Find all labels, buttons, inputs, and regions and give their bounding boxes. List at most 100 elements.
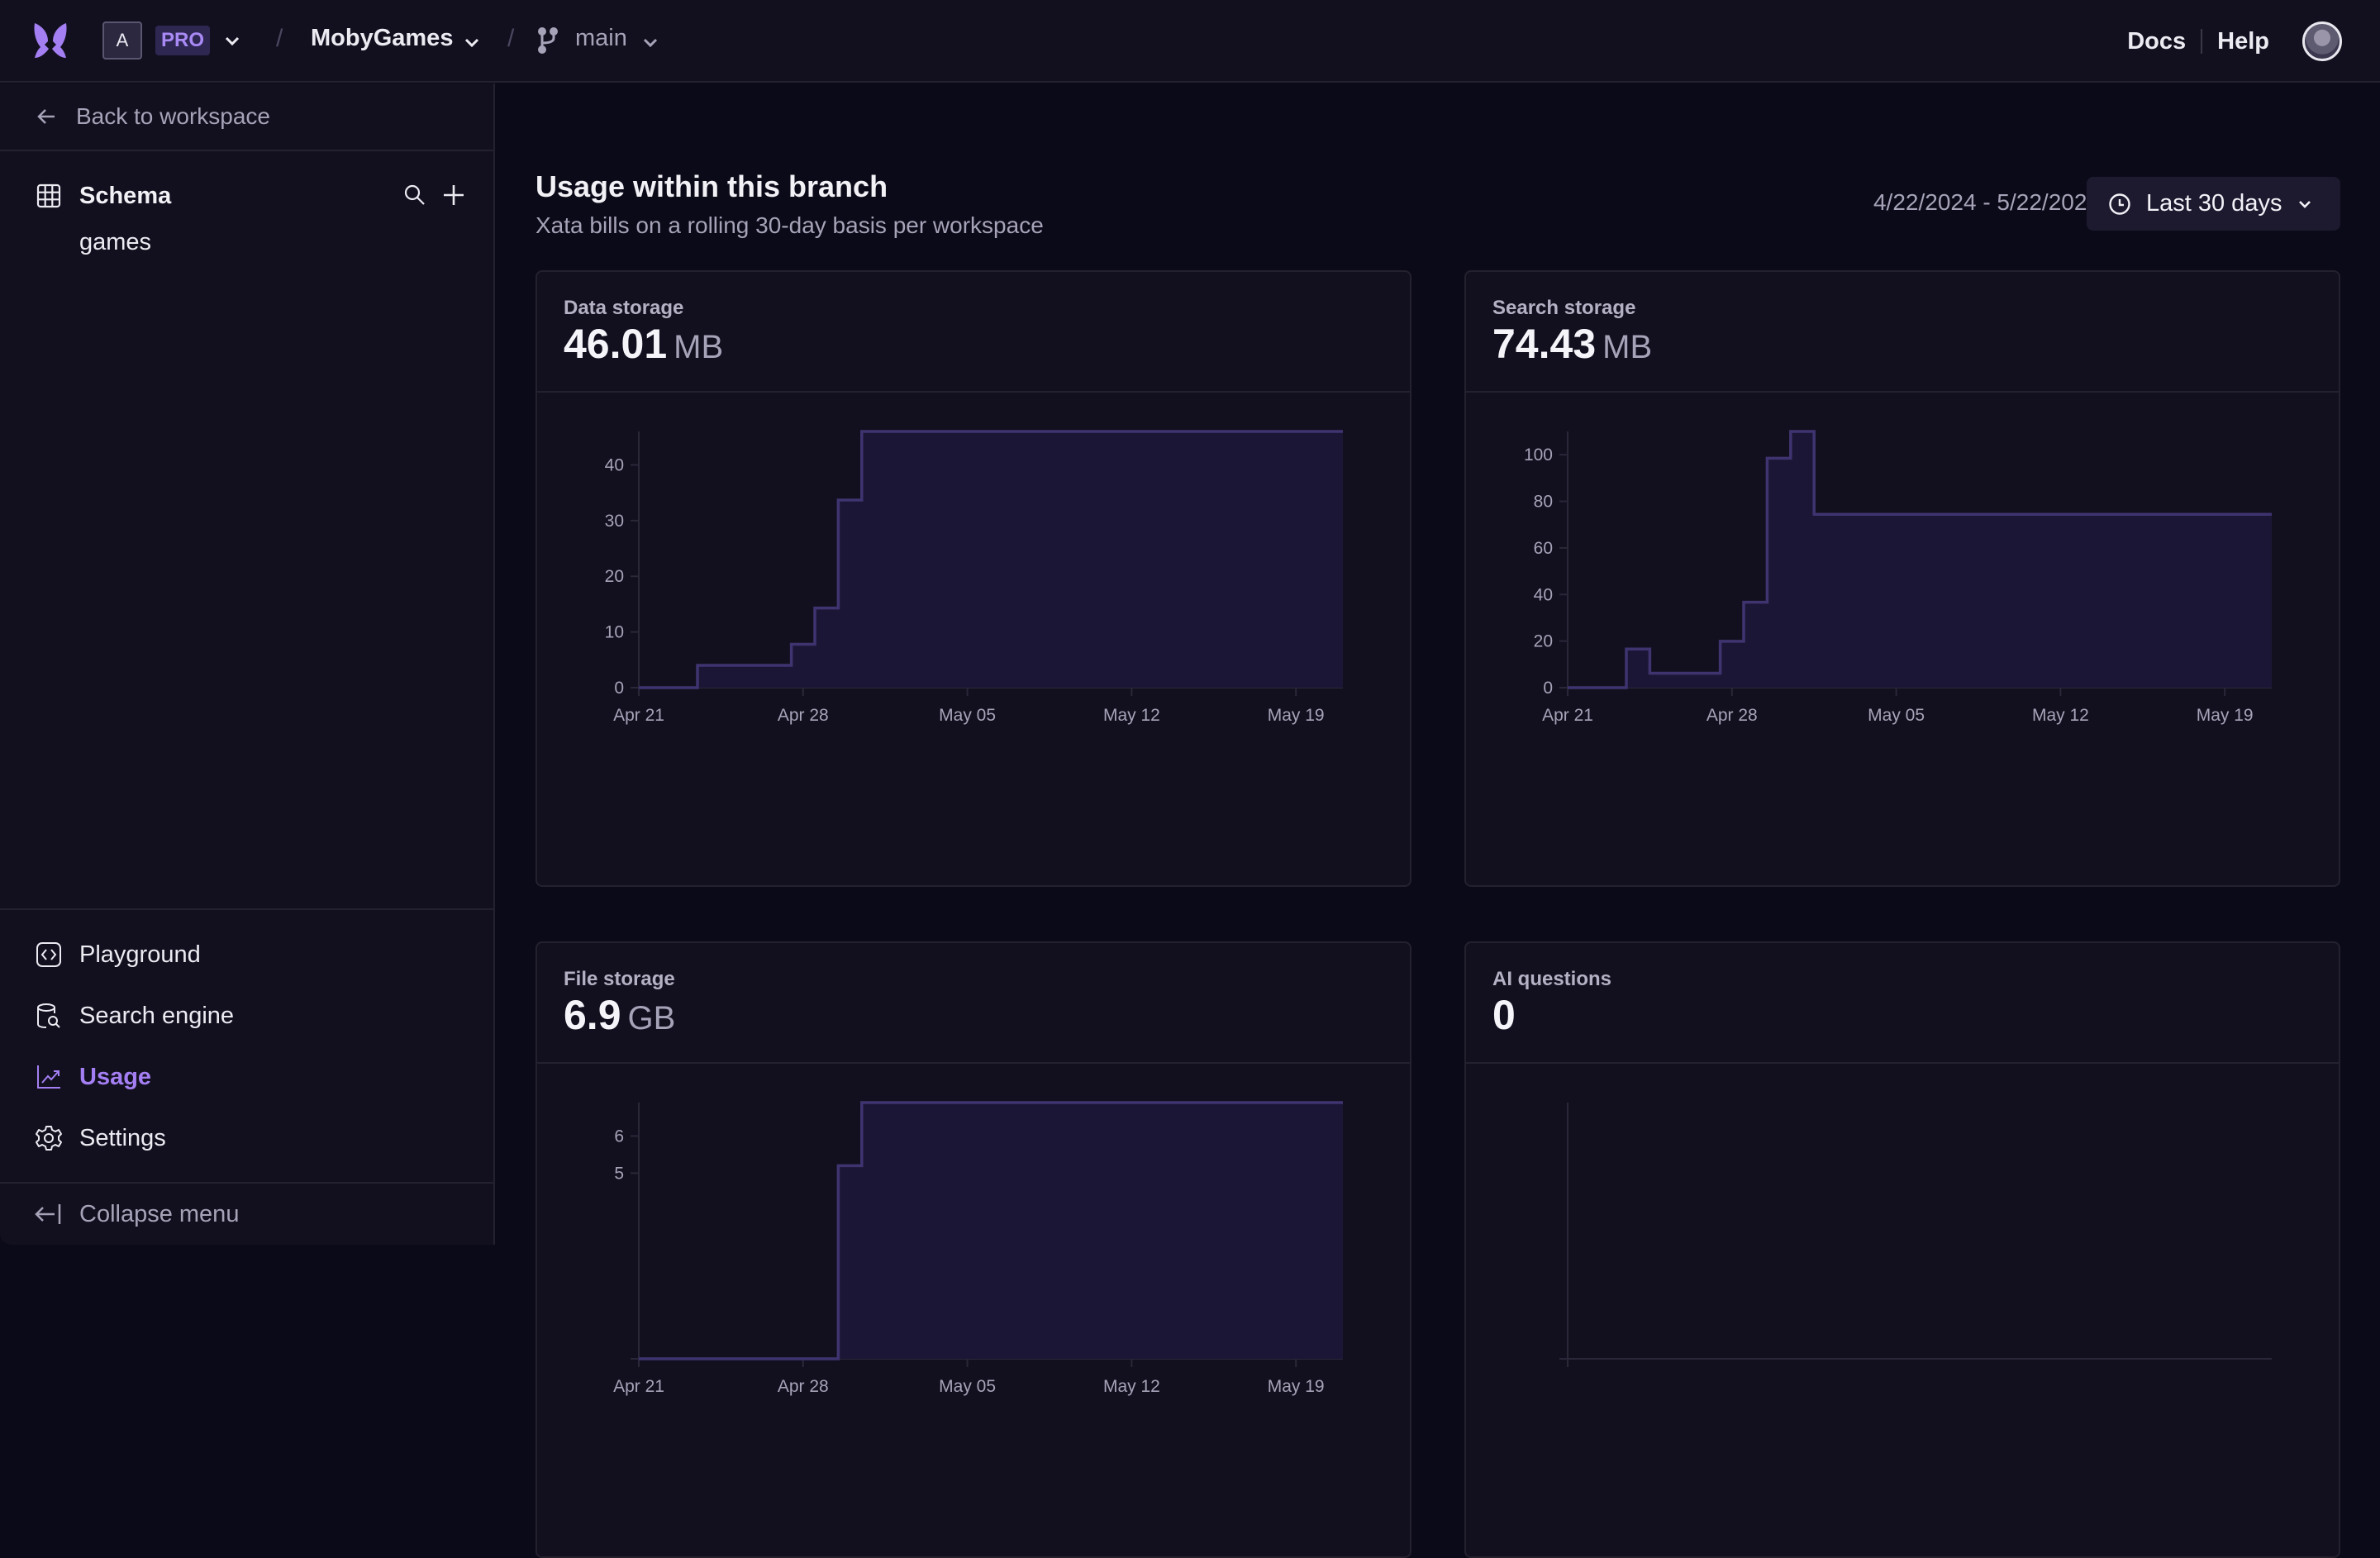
- branch-selector[interactable]: main: [575, 25, 627, 52]
- sidebar-divider: [0, 1182, 493, 1184]
- y-tick-label: 30: [605, 512, 624, 531]
- x-tick-label: May 12: [2032, 706, 2089, 725]
- card-value-unit: MB: [1602, 329, 1653, 365]
- card-value-unit: MB: [674, 329, 724, 365]
- usage-card-file-storage: File storage 6.9 GB 5 6 Apr 21 Apr 28 May 05 M…: [536, 941, 1411, 1558]
- series-area: [639, 1103, 1343, 1359]
- sidebar-item-label: Usage: [79, 1063, 152, 1090]
- time-range-value: Last 30 days: [2146, 190, 2282, 217]
- code-icon: [36, 942, 61, 967]
- usage-card-ai-questions: AI questions 0: [1464, 941, 2340, 1558]
- sidebar-item-label: Settings: [79, 1124, 166, 1151]
- y-tick-label: 10: [605, 623, 624, 642]
- y-tick-label: 40: [1534, 585, 1553, 604]
- schema-section-header[interactable]: Schema: [0, 173, 493, 219]
- page-subtitle: Xata bills on a rolling 30-day basis per…: [536, 212, 1044, 238]
- table-grid-icon: [36, 183, 61, 208]
- x-tick-label: May 05: [1868, 706, 1925, 725]
- card-header: Search storage 74.43 MB: [1466, 272, 2339, 393]
- x-tick-label: May 05: [939, 1377, 996, 1396]
- x-tick-label: Apr 21: [1542, 706, 1593, 725]
- search-icon[interactable]: [403, 183, 426, 207]
- usage-card-data-storage: Data storage 46.01 MB 0 10 20 30 40 Apr 21 Apr …: [536, 270, 1411, 887]
- breadcrumb-separator: /: [507, 25, 515, 52]
- gear-icon: [36, 1126, 62, 1151]
- workspace-chevron-down-icon[interactable]: [223, 31, 241, 50]
- card-header: Data storage 46.01 MB: [537, 272, 1410, 393]
- user-avatar[interactable]: [2302, 21, 2342, 61]
- collapse-arrow-left-icon: [35, 1204, 61, 1224]
- series-area: [639, 431, 1343, 688]
- back-to-workspace-label: Back to workspace: [76, 103, 270, 129]
- x-tick-label: May 19: [1268, 706, 1325, 725]
- main-content: Usage within this branch Xata bills on a…: [497, 83, 2380, 1558]
- git-branch-icon: [538, 27, 558, 54]
- nav-divider: [2201, 29, 2203, 54]
- top-right-nav: Docs Help: [2127, 0, 2380, 83]
- collapse-menu-label: Collapse menu: [79, 1200, 240, 1227]
- database-search-icon: [37, 1003, 60, 1028]
- series-area: [1568, 431, 2272, 688]
- card-value-number: 46.01: [564, 321, 668, 367]
- y-tick-label: 0: [1543, 679, 1553, 698]
- workspace-avatar[interactable]: A: [102, 21, 142, 60]
- top-bar: A PRO / MobyGames / main Docs Help: [0, 0, 2380, 83]
- y-tick-label: 100: [1524, 445, 1553, 465]
- x-tick-label: May 12: [1103, 706, 1160, 725]
- clock-icon: [2109, 193, 2130, 215]
- y-tick-label: 20: [1534, 632, 1553, 651]
- sidebar-item-label: Search engine: [79, 1002, 235, 1029]
- x-tick-label: May 05: [939, 706, 996, 725]
- x-tick-label: Apr 21: [613, 1377, 664, 1396]
- docs-link[interactable]: Docs: [2127, 28, 2186, 55]
- y-tick-label: 80: [1534, 493, 1553, 512]
- branch-chevron-down-icon[interactable]: [641, 33, 659, 51]
- time-range-select[interactable]: Last 30 days: [2087, 177, 2340, 231]
- chevron-down-icon: [2299, 200, 2311, 208]
- database-selector[interactable]: MobyGames: [311, 25, 453, 52]
- xata-logo-icon[interactable]: [31, 21, 69, 60]
- card-value: 6.9 GB: [564, 991, 675, 1039]
- card-label: File storage: [564, 968, 675, 990]
- sidebar-item-playground[interactable]: Playground: [0, 930, 493, 979]
- card-value: 46.01 MB: [564, 320, 723, 368]
- add-table-plus-icon[interactable]: [441, 183, 466, 207]
- x-tick-label: Apr 21: [613, 706, 664, 725]
- y-tick-label: 5: [614, 1164, 624, 1183]
- card-value-number: 74.43: [1492, 321, 1597, 367]
- card-value: 74.43 MB: [1492, 320, 1652, 368]
- ai-questions-chart: [1559, 1103, 2272, 1367]
- sidebar-item-usage[interactable]: Usage: [0, 1052, 493, 1102]
- card-value: 0: [1492, 991, 1522, 1039]
- card-label: Search storage: [1492, 297, 1636, 319]
- x-tick-label: Apr 28: [1706, 706, 1758, 725]
- schema-label: Schema: [79, 182, 172, 209]
- table-item-games[interactable]: games: [79, 229, 151, 256]
- help-link[interactable]: Help: [2217, 28, 2269, 55]
- sidebar-item-search-engine[interactable]: Search engine: [0, 991, 493, 1041]
- y-tick-label: 60: [1534, 539, 1553, 558]
- card-value-number: 0: [1492, 992, 1516, 1038]
- card-label: AI questions: [1492, 968, 1612, 990]
- x-tick-label: Apr 28: [778, 706, 829, 725]
- x-tick-label: May 19: [1268, 1377, 1325, 1396]
- sidebar-item-label: Playground: [79, 941, 201, 968]
- collapse-menu-button[interactable]: Collapse menu: [0, 1189, 493, 1239]
- plan-badge: PRO: [155, 26, 210, 55]
- card-value-unit: GB: [627, 1000, 676, 1036]
- sidebar-divider: [0, 908, 493, 910]
- y-tick-label: 20: [605, 567, 624, 586]
- y-tick-label: 6: [614, 1127, 624, 1146]
- data-storage-chart: 0 10 20 30 40 Apr 21 Apr 28 May 05 May 12 May 19: [605, 430, 1343, 725]
- card-label: Data storage: [564, 297, 684, 319]
- card-value-number: 6.9: [564, 992, 621, 1038]
- page-title: Usage within this branch: [536, 169, 888, 203]
- chart-line-icon: [37, 1065, 60, 1089]
- search-storage-chart: 0 20 40 60 80 100 Apr 21 Apr 28 May 05 May 12 May …: [1524, 430, 2272, 725]
- arrow-left-icon: [37, 109, 55, 124]
- back-to-workspace-link[interactable]: Back to workspace: [0, 83, 493, 151]
- y-tick-label: 40: [605, 455, 624, 474]
- file-storage-chart: 5 6 Apr 21 Apr 28 May 05 May 12 May 19: [613, 1101, 1343, 1396]
- database-chevron-down-icon[interactable]: [463, 33, 481, 51]
- sidebar-item-settings[interactable]: Settings: [0, 1113, 493, 1163]
